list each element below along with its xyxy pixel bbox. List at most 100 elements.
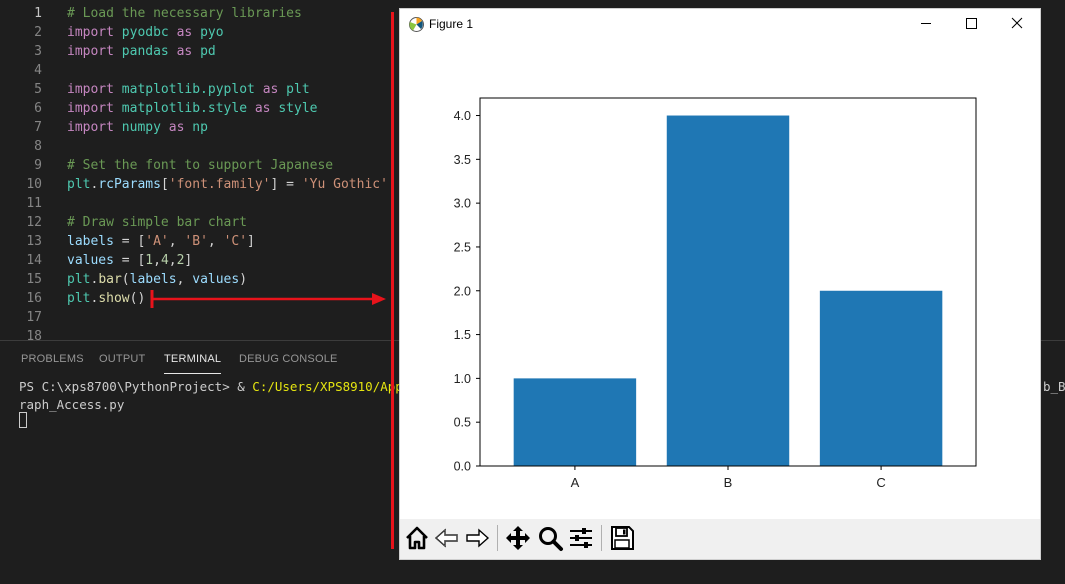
terminal-line-1: PS C:\xps8700\PythonProject> & C:/Users/… xyxy=(19,378,433,396)
code-token: ] = xyxy=(270,177,302,192)
code-text: labels = ['A', 'B', 'C'] xyxy=(67,232,255,251)
code-token: = [ xyxy=(113,234,146,249)
bar-a xyxy=(513,378,637,466)
annotation-arrow xyxy=(150,290,386,308)
code-token: , xyxy=(168,234,185,249)
code-token: as xyxy=(254,101,271,116)
y-tick-label: 4.0 xyxy=(454,109,471,123)
tab-debug-console[interactable]: DEBUG CONSOLE xyxy=(239,353,338,365)
line-number: 12 xyxy=(26,215,42,230)
tab-output[interactable]: OUTPUT xyxy=(99,353,145,365)
toolbar-separator xyxy=(601,525,602,551)
code-token: ] xyxy=(247,234,255,249)
code-token: , xyxy=(168,253,177,268)
line-number: 16 xyxy=(26,291,42,306)
code-token: plt xyxy=(67,177,91,192)
code-token: matplotlib.style xyxy=(113,101,255,116)
line-number: 13 xyxy=(26,234,42,249)
line-number: 11 xyxy=(26,196,42,211)
code-text: import pandas as pd xyxy=(67,42,216,61)
code-token: matplotlib.pyplot xyxy=(113,82,263,97)
zoom-icon[interactable] xyxy=(536,523,564,553)
code-token: plt xyxy=(67,272,91,287)
line-number: 3 xyxy=(34,44,42,59)
bar-b xyxy=(666,115,790,467)
x-tick-label: A xyxy=(571,475,580,490)
code-text: # Load the necessary libraries xyxy=(67,4,302,23)
terminal-prompt: PS C:\xps8700\PythonProject> & xyxy=(19,379,253,394)
code-token: pandas xyxy=(113,44,177,59)
code-token: , xyxy=(176,272,193,287)
figure-titlebar[interactable]: Figure 1 xyxy=(400,9,1040,39)
code-token: as xyxy=(262,82,279,97)
line-number: 1 xyxy=(34,6,42,21)
code-token: 'font.family' xyxy=(168,177,271,192)
line-number: 10 xyxy=(26,177,42,192)
code-token: 4 xyxy=(160,253,169,268)
code-token: plt xyxy=(67,291,91,306)
y-tick-label: 2.0 xyxy=(454,284,471,298)
tab-terminal[interactable]: TERMINAL xyxy=(164,353,222,374)
code-token: [ xyxy=(160,177,169,192)
x-tick-label: B xyxy=(724,475,733,490)
save-icon[interactable] xyxy=(608,523,636,553)
plot-area[interactable]: A B C 0.0 0.5 1.0 1.5 2.0 2.5 3.0 3.5 4.0 xyxy=(400,39,1040,519)
figure-window[interactable]: Figure 1 A B C 0.0 0.5 1.0 1.5 2.0 2.5 3.0 3.5 4.0 xyxy=(400,9,1040,559)
line-number: 15 xyxy=(26,272,42,287)
code-token: ( xyxy=(121,272,130,287)
maximize-button[interactable] xyxy=(949,9,995,39)
code-token: show xyxy=(98,291,130,306)
code-token: 'C' xyxy=(223,234,248,249)
code-token: import xyxy=(67,82,114,97)
code-token: import xyxy=(67,101,114,116)
code-token: import xyxy=(67,25,114,40)
forward-icon[interactable] xyxy=(463,523,491,553)
y-tick-label: 0.5 xyxy=(454,416,471,430)
close-button[interactable] xyxy=(994,9,1040,39)
code-token: , xyxy=(153,253,161,268)
code-token: ) xyxy=(239,272,248,287)
code-token: 'Yu Gothic' xyxy=(301,177,388,192)
code-token: pyo xyxy=(192,25,224,40)
code-token: = [ xyxy=(113,253,146,268)
y-tick-label: 1.0 xyxy=(454,372,471,386)
code-token: plt xyxy=(278,82,310,97)
line-number: 9 xyxy=(34,158,42,173)
configure-subplots-icon[interactable] xyxy=(567,523,595,553)
code-text: plt.rcParams['font.family'] = 'Yu Gothic… xyxy=(67,175,388,194)
y-tick-label: 0.0 xyxy=(454,460,471,474)
code-token: np xyxy=(184,120,208,135)
code-text: plt.bar(labels, values) xyxy=(67,270,247,289)
toolbar-separator xyxy=(497,525,498,551)
code-text: # Set the font to support Japanese xyxy=(67,156,333,175)
figure-toolbar xyxy=(400,519,1040,559)
code-token: as xyxy=(176,25,193,40)
line-number: 2 xyxy=(34,25,42,40)
back-icon[interactable] xyxy=(433,523,461,553)
x-tick-label: C xyxy=(876,475,885,490)
tab-problems[interactable]: PROBLEMS xyxy=(21,353,84,365)
code-token: 'B' xyxy=(184,234,208,249)
code-text: plt.show() xyxy=(67,289,145,308)
bar-chart: A B C 0.0 0.5 1.0 1.5 2.0 2.5 3.0 3.5 4.0 xyxy=(454,97,977,490)
code-token: as xyxy=(168,120,185,135)
home-icon[interactable] xyxy=(403,523,431,553)
code-token: import xyxy=(67,44,114,59)
code-token: 'A' xyxy=(145,234,169,249)
code-token: # Set the font to support Japanese xyxy=(67,158,334,173)
pan-icon[interactable] xyxy=(504,523,532,553)
code-token: import xyxy=(67,120,114,135)
line-number: 7 xyxy=(34,120,42,135)
code-token: values xyxy=(67,253,114,268)
code-token: numpy xyxy=(113,120,169,135)
code-text: # Draw simple bar chart xyxy=(67,213,247,232)
code-token: # Draw simple bar chart xyxy=(67,215,248,230)
code-token: labels xyxy=(67,234,114,249)
minimize-button[interactable] xyxy=(903,9,949,39)
code-token: pyodbc xyxy=(113,25,177,40)
annotation-vertical-line xyxy=(391,12,394,549)
code-token: ] xyxy=(184,253,193,268)
terminal-line-1-tail: b_Ba xyxy=(1043,379,1065,394)
code-token: rcParams xyxy=(98,177,161,192)
code-text: values = [1,4,2] xyxy=(67,251,192,270)
